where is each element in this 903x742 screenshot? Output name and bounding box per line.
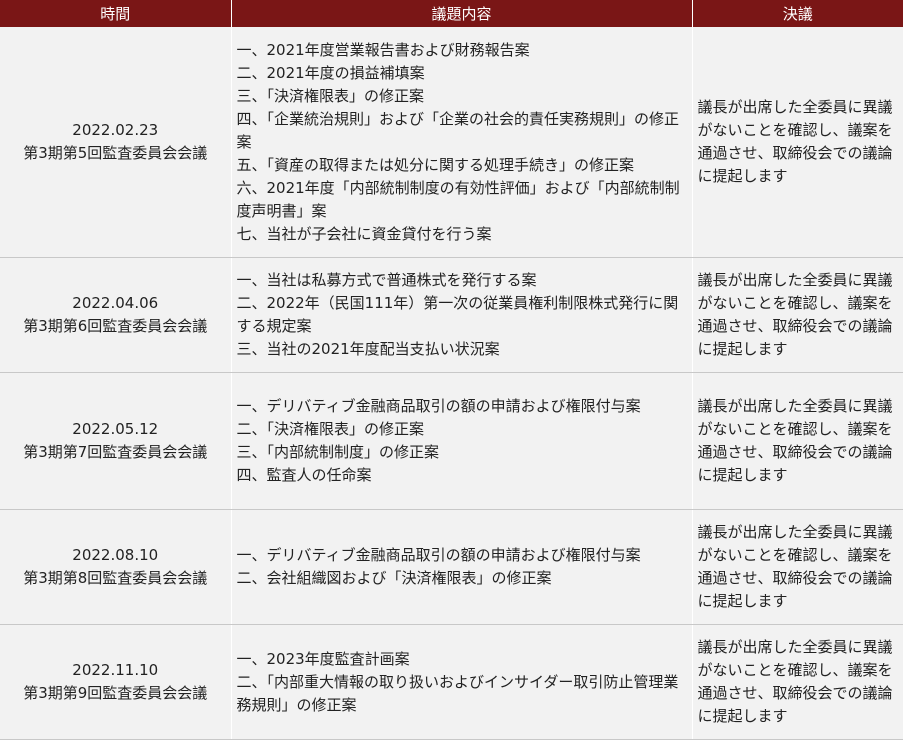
agenda-item: 二、2021年度の損益補填案 [236,63,425,82]
agenda-item: 六、2021年度「内部統制制度の有効性評価」および「内部統制制度声明書」案 [236,178,680,220]
meeting-date: 2022.04.06 [72,294,159,312]
table-row: 2022.11.10 第3期第9回監査委員会会議 一、2023年度監査計画案 二… [0,624,903,740]
agenda-item: 一、デリバティブ金融商品取引の額の申請および権限付与案 [236,546,641,564]
meeting-date: 2022.05.12 [72,420,159,438]
agenda-cell: 一、デリバティブ金融商品取引の額の申請および権限付与案 二、「決済権限表」の修正… [231,372,693,510]
agenda-item: 一、当社は私募方式で普通株式を発行する案 [236,271,537,289]
meeting-date: 2022.08.10 [72,546,159,564]
agenda-cell: 一、2023年度監査計画案 二、「内部重大情報の取り扱いおよびインサイダー取引防… [231,624,693,740]
agenda-item: 三、「内部統制制度」の修正案 [236,443,440,461]
header-resolution: 決議 [692,0,903,27]
resolution-cell: 議長が出席した全委員に異議がないことを確認し、議案を通過させ、取締役会での議論に… [692,27,903,258]
header-agenda: 議題内容 [231,0,693,27]
resolution-cell: 議長が出席した全委員に異議がないことを確認し、議案を通過させ、取締役会での議論に… [692,257,903,373]
meeting-date: 2022.11.10 [72,661,159,679]
table-row: 2022.02.23 第3期第5回監査委員会会議 一、2021年度営業報告書およ… [0,27,903,258]
resolution-cell: 議長が出席した全委員に異議がないことを確認し、議案を通過させ、取締役会での議論に… [692,624,903,740]
table-row: 2022.08.10 第3期第8回監査委員会会議 一、デリバティブ金融商品取引の… [0,509,903,625]
agenda-item: 二、会社組織図および「決済権限表」の修正案 [236,569,552,587]
header-time: 時間 [0,0,232,27]
agenda-item: 一、2023年度監査計画案 [236,649,410,668]
time-cell: 2022.04.06 第3期第6回監査委員会会議 [0,257,232,373]
agenda-item: 七、当社が子会社に資金貸付を行う案 [236,224,492,243]
table-row: 2022.04.06 第3期第6回監査委員会会議 一、当社は私募方式で普通株式を… [0,257,903,373]
meeting-name: 第3期第9回監査委員会会議 [23,684,208,702]
time-cell: 2022.02.23 第3期第5回監査委員会会議 [0,27,232,258]
agenda-item: 一、デリバティブ金融商品取引の額の申請および権限付与案 [236,397,641,415]
time-cell: 2022.11.10 第3期第9回監査委員会会議 [0,624,232,740]
table-header-row: 時間 議題内容 決議 [0,0,903,27]
agenda-item: 二、2022年（民国111年）第一次の従業員権利制限株式発行に関する規定案 [236,294,679,335]
resolution-cell: 議長が出席した全委員に異議がないことを確認し、議案を通過させ、取締役会での議論に… [692,372,903,510]
meeting-name: 第3期第6回監査委員会会議 [23,317,208,335]
table-row: 2022.05.12 第3期第7回監査委員会会議 一、デリバティブ金融商品取引の… [0,372,903,510]
agenda-item: 二、「内部重大情報の取り扱いおよびインサイダー取引防止管理業務規則」の修正案 [236,672,679,714]
agenda-item: 五、「資産の取得または処分に関する処理手続き」の修正案 [236,155,635,174]
agenda-cell: 一、デリバティブ金融商品取引の額の申請および権限付与案 二、会社組織図および「決… [231,509,693,625]
meeting-name: 第3期第5回監査委員会会議 [23,144,208,162]
agenda-item: 三、当社の2021年度配当支払い状況案 [236,340,500,358]
resolution-cell: 議長が出席した全委員に異議がないことを確認し、議案を通過させ、取締役会での議論に… [692,509,903,625]
meeting-name: 第3期第8回監査委員会会議 [23,569,208,587]
agenda-item: 一、2021年度営業報告書および財務報告案 [236,40,530,59]
agenda-cell: 一、2021年度営業報告書および財務報告案 二、2021年度の損益補填案 三、「… [231,27,693,258]
meeting-name: 第3期第7回監査委員会会議 [23,443,208,461]
agenda-item: 四、「企業統治規則」および「企業の社会的責任実務規則」の修正案 [236,109,680,151]
agenda-item: 四、監査人の任命案 [236,466,372,484]
agenda-item: 三、「決済権限表」の修正案 [236,86,425,105]
audit-committee-table: 時間 議題内容 決議 2022.02.23 第3期第5回監査委員会会議 一、20… [0,0,903,740]
meeting-date: 2022.02.23 [72,121,159,139]
agenda-item: 二、「決済権限表」の修正案 [236,420,425,438]
time-cell: 2022.05.12 第3期第7回監査委員会会議 [0,372,232,510]
time-cell: 2022.08.10 第3期第8回監査委員会会議 [0,509,232,625]
agenda-cell: 一、当社は私募方式で普通株式を発行する案 二、2022年（民国111年）第一次の… [231,257,693,373]
